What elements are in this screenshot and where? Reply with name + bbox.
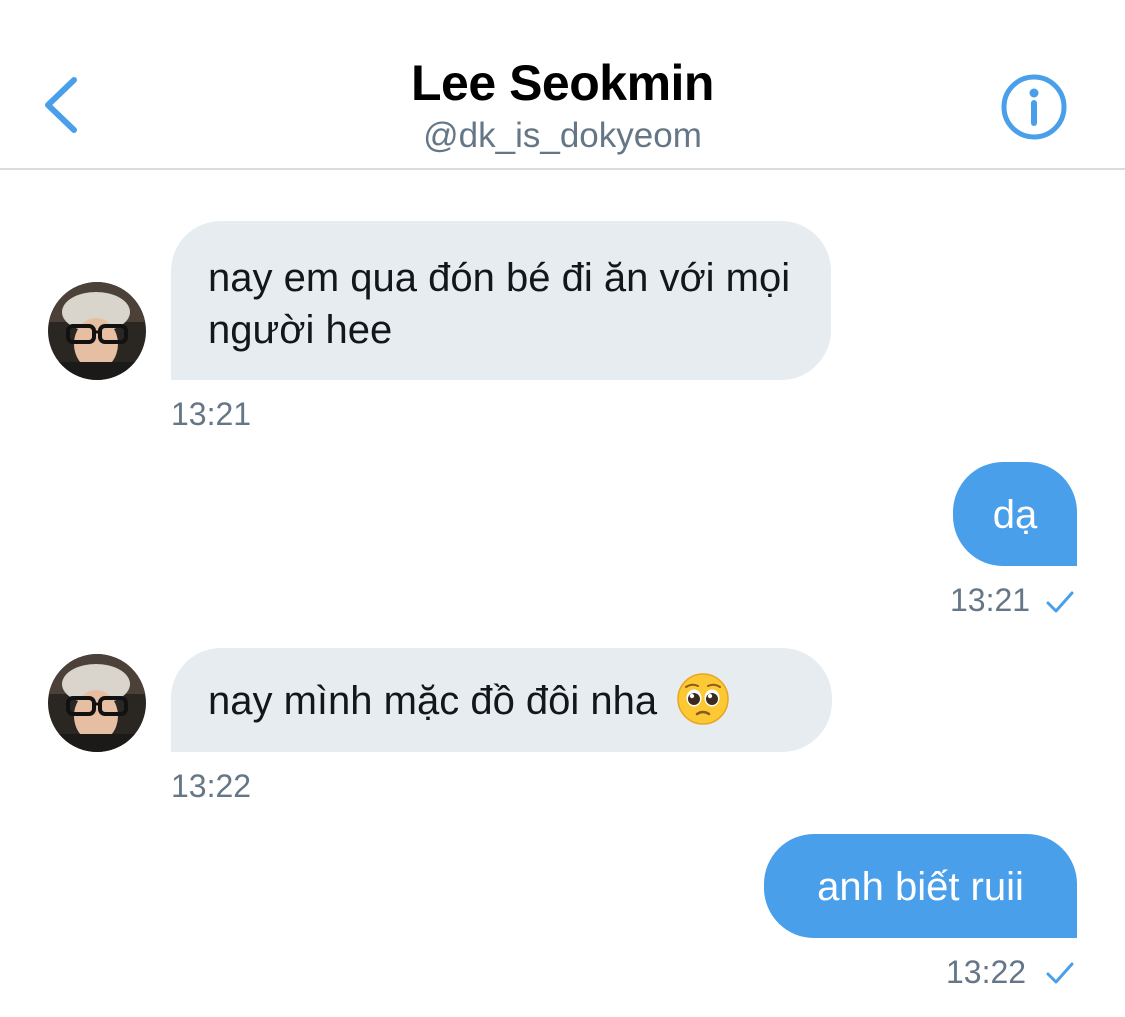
message-timestamp: 13:21 (171, 396, 252, 432)
message-timestamp: 13:22 (946, 954, 1027, 990)
contact-handle: @dk_is_dokyeom (423, 116, 702, 155)
message-text: nay em qua đón bé đi ăn với mọi người he… (208, 256, 791, 352)
message-timestamp: 13:22 (171, 768, 252, 804)
info-icon (1001, 74, 1067, 140)
info-button[interactable] (1000, 73, 1068, 141)
pleading-face-emoji (677, 673, 730, 726)
message-text: anh biết ruii (817, 865, 1024, 909)
message-bubble-incoming[interactable]: nay mình mặc đồ đôi nha (171, 648, 832, 752)
message-text: nay mình mặc đồ đôi nha (208, 679, 658, 723)
avatar-image (48, 654, 146, 752)
contact-name[interactable]: Lee Seokmin (0, 54, 1125, 112)
message-bubble-incoming[interactable]: nay em qua đón bé đi ăn với mọi người he… (171, 221, 831, 380)
message-bubble-outgoing[interactable]: dạ (953, 462, 1077, 566)
checkmark-icon (1046, 962, 1074, 984)
avatar[interactable] (48, 282, 146, 380)
avatar[interactable] (48, 654, 146, 752)
avatar-image (48, 282, 146, 380)
checkmark-icon (1046, 591, 1074, 613)
message-timestamp: 13:21 (950, 582, 1031, 618)
message-bubble-outgoing[interactable]: anh biết ruii (764, 834, 1077, 938)
message-text: dạ (992, 493, 1038, 537)
conversation-header: Lee Seokmin @dk_is_dokyeom (0, 0, 1125, 170)
